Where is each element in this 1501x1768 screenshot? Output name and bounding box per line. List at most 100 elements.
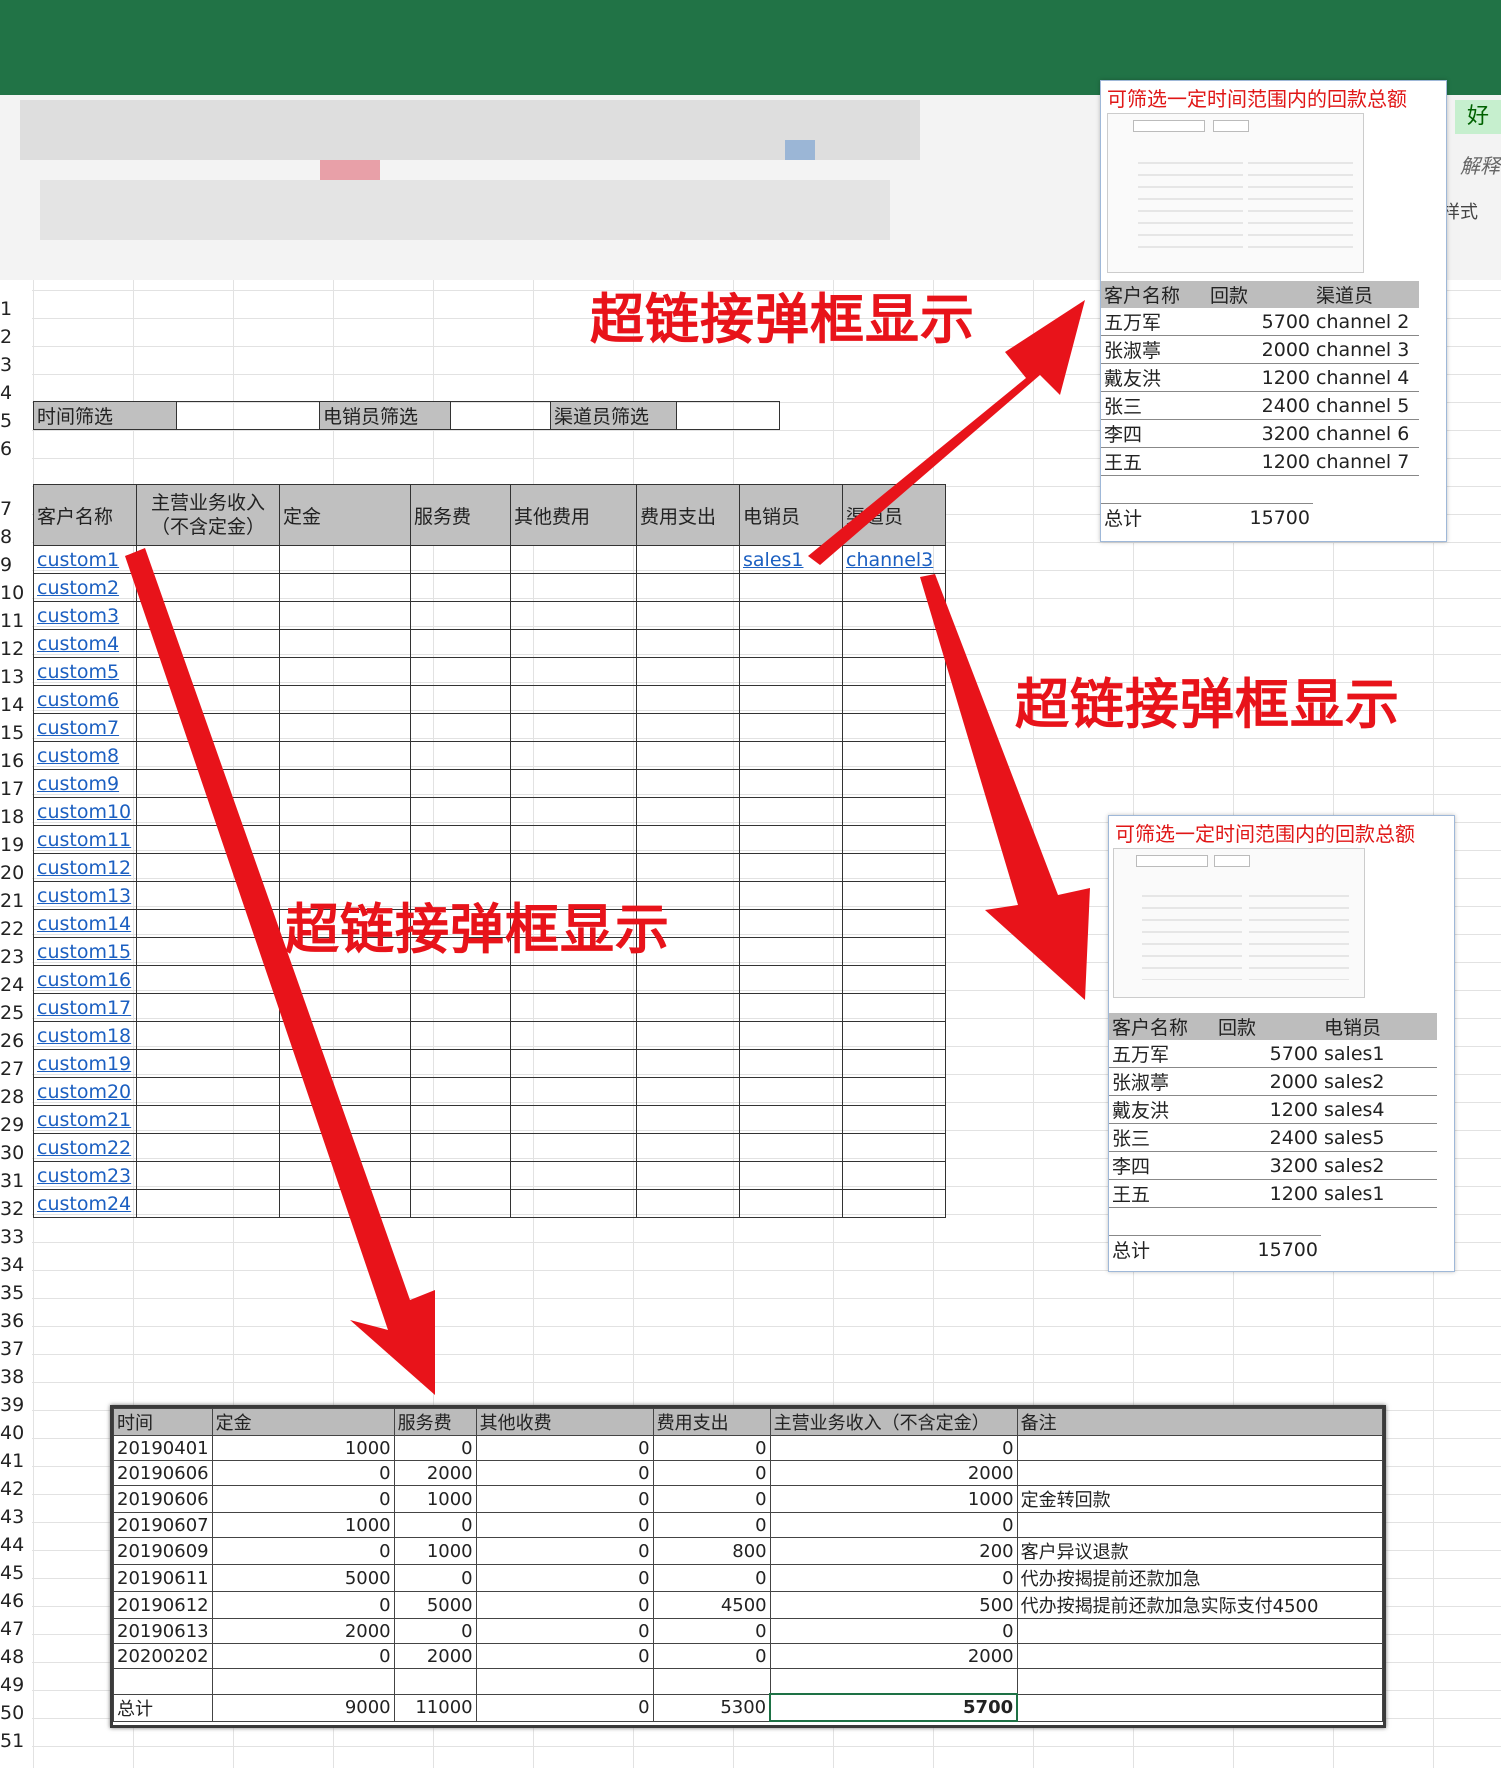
popup-channel-cell: 2000: [1207, 335, 1313, 364]
detail-cell[interactable]: 20190612: [113, 1591, 213, 1619]
detail-cell[interactable]: 0: [652, 1435, 771, 1461]
detail-cell[interactable]: 0: [211, 1537, 395, 1565]
detail-row: 20190606 0 2000 0 0 2000: [113, 1460, 1384, 1486]
detail-cell[interactable]: [1016, 1435, 1384, 1461]
arrow-to-top-popup: [808, 300, 1085, 565]
calendar-grid-left[interactable]: [1138, 152, 1243, 252]
detail-cell[interactable]: 定金转回款: [1016, 1485, 1384, 1513]
detail-cell[interactable]: 客户异议退款: [1016, 1537, 1384, 1565]
detail-cell[interactable]: 0: [211, 1643, 395, 1669]
detail-cell[interactable]: 0: [211, 1591, 395, 1619]
detail-cell[interactable]: 0: [652, 1512, 771, 1538]
detail-cell[interactable]: [1016, 1512, 1384, 1538]
detail-cell[interactable]: 1000: [211, 1435, 395, 1461]
detail-cell[interactable]: 0: [475, 1618, 654, 1644]
popup-channel-cell: channel 6: [1313, 419, 1419, 448]
detail-cell[interactable]: 0: [475, 1537, 654, 1565]
detail-cell[interactable]: 0: [475, 1512, 654, 1538]
popup-channel-header: 客户名称 回款 渠道员: [1101, 281, 1419, 308]
date-input-box-2[interactable]: [1136, 855, 1208, 867]
detail-cell[interactable]: 0: [652, 1618, 771, 1644]
detail-cell[interactable]: 0: [652, 1485, 771, 1513]
popup-channel-cell: 1200: [1207, 363, 1313, 392]
popup-sales-cell: 五万军: [1109, 1040, 1215, 1068]
detail-cell[interactable]: [1016, 1618, 1384, 1644]
detail-cell[interactable]: 20190611: [113, 1564, 213, 1592]
detail-cell[interactable]: 20190606: [113, 1485, 213, 1513]
detail-cell[interactable]: 代办按揭提前还款加急实际支付4500: [1016, 1591, 1384, 1619]
detail-cell[interactable]: [1016, 1643, 1384, 1669]
detail-cell[interactable]: 0: [211, 1485, 395, 1513]
popup-channel-cell: 张淑葶: [1101, 335, 1207, 364]
popup-channel-row: 王五 1200 channel 7: [1101, 447, 1419, 476]
detail-cell[interactable]: 1000: [211, 1512, 395, 1538]
detail-cell[interactable]: 5000: [393, 1591, 477, 1619]
search-button-2[interactable]: [1214, 855, 1250, 867]
detail-cell[interactable]: 0: [393, 1618, 477, 1644]
detail-cell[interactable]: 800: [652, 1537, 771, 1565]
popup-channel-row: 张三 2400 channel 5: [1101, 391, 1419, 420]
detail-cell[interactable]: 0: [769, 1564, 1018, 1592]
detail-cell[interactable]: 1000: [393, 1537, 477, 1565]
popup-channel-cell: 3200: [1207, 419, 1313, 448]
popup-sales-row: 张淑葶 2000 sales2: [1109, 1067, 1437, 1096]
detail-cell[interactable]: 0: [475, 1485, 654, 1513]
detail-cell[interactable]: 500: [769, 1591, 1018, 1619]
detail-cell[interactable]: 0: [475, 1435, 654, 1461]
detail-cell[interactable]: 0: [652, 1460, 771, 1486]
detail-cell[interactable]: 20190609: [113, 1537, 213, 1565]
detail-cell[interactable]: 0: [393, 1564, 477, 1592]
detail-cell[interactable]: 20190401: [113, 1435, 213, 1461]
popup-sales-cell: 1200: [1215, 1095, 1321, 1124]
detail-cell[interactable]: 0: [211, 1460, 395, 1486]
detail-cell[interactable]: 20200202: [113, 1643, 213, 1669]
detail-cell[interactable]: 2000: [769, 1460, 1018, 1486]
calendar-grid-left-2[interactable]: [1142, 885, 1242, 980]
popup-sales-cell: 2000: [1215, 1067, 1321, 1096]
detail-cell[interactable]: 2000: [769, 1643, 1018, 1669]
popup-sales-cell: 王五: [1109, 1179, 1215, 1208]
detail-cell[interactable]: 2000: [393, 1643, 477, 1669]
detail-cell[interactable]: 0: [769, 1512, 1018, 1538]
detail-cell[interactable]: 1000: [393, 1485, 477, 1513]
detail-row: 20190611 5000 0 0 0 0 代办按揭提前还款加急: [113, 1564, 1384, 1592]
detail-cell[interactable]: 0: [475, 1591, 654, 1619]
detail-cell[interactable]: 20190606: [113, 1460, 213, 1486]
detail-cell[interactable]: 0: [475, 1564, 654, 1592]
detail-cell[interactable]: 20190607: [113, 1512, 213, 1538]
detail-cell[interactable]: 5000: [211, 1564, 395, 1592]
detail-cell[interactable]: 0: [475, 1460, 654, 1486]
detail-cell[interactable]: 20190613: [113, 1618, 213, 1644]
detail-cell[interactable]: [1016, 1460, 1384, 1486]
payment-detail-table: 时间 定金 服务费 其他收费 费用支出 主营业务收入（不含定金） 备注 2019…: [113, 1408, 1384, 1722]
date-range-picker-2[interactable]: [1113, 848, 1365, 998]
detail-cell[interactable]: 2000: [211, 1618, 395, 1644]
popup-col-channel: 渠道员: [1313, 281, 1419, 308]
detail-cell[interactable]: 0: [652, 1564, 771, 1592]
popup-sales-cell: 李四: [1109, 1151, 1215, 1180]
detail-cell[interactable]: 代办按揭提前还款加急: [1016, 1564, 1384, 1592]
detail-cell[interactable]: 0: [652, 1643, 771, 1669]
popup-channel-blank-row: [1101, 476, 1419, 504]
popup-channel-cell: 2400: [1207, 391, 1313, 420]
date-range-picker[interactable]: [1107, 113, 1364, 273]
popup-channel-cell: channel 5: [1313, 391, 1419, 420]
calendar-grid-right[interactable]: [1248, 152, 1353, 252]
popup-sales-row: 戴友洪 1200 sales4: [1109, 1095, 1437, 1124]
detail-cell[interactable]: 1000: [769, 1485, 1018, 1513]
detail-cell[interactable]: 0: [475, 1643, 654, 1669]
popup2-col-customer: 客户名称: [1109, 1013, 1215, 1040]
popup-sales-title: 可筛选一定时间范围内的回款总额: [1115, 822, 1415, 846]
detail-cell[interactable]: 4500: [652, 1591, 771, 1619]
popup-sales-cell: sales4: [1321, 1095, 1437, 1124]
search-button[interactable]: [1213, 120, 1249, 132]
detail-cell[interactable]: 0: [769, 1618, 1018, 1644]
detail-cell[interactable]: 0: [769, 1435, 1018, 1461]
detail-cell[interactable]: 200: [769, 1537, 1018, 1565]
detail-cell[interactable]: 0: [393, 1512, 477, 1538]
calendar-grid-right-2[interactable]: [1249, 885, 1349, 980]
date-input-box[interactable]: [1133, 120, 1205, 132]
detail-total-income[interactable]: 5700: [769, 1693, 1019, 1722]
detail-cell[interactable]: 0: [393, 1435, 477, 1461]
detail-cell[interactable]: 2000: [393, 1460, 477, 1486]
